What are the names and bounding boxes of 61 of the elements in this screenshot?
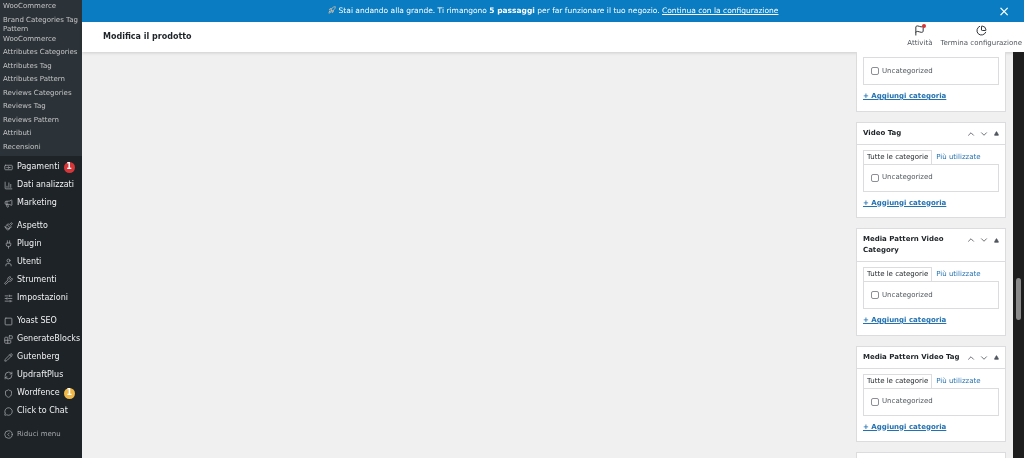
scrollbar[interactable] [1013,52,1024,458]
paintbrush-icon [4,221,13,231]
menu-item[interactable]: Pagamenti 1 [0,158,82,176]
menu-label: Dati analizzati [17,179,74,191]
menu-item[interactable]: Impostazioni [0,289,82,307]
menu-item[interactable]: Dati analizzati [0,176,82,194]
menu-label: Aspetto [17,220,48,232]
collapse-icon[interactable] [994,355,999,360]
menu-item[interactable]: Wordfence 1 [0,384,82,402]
menu-label: GenerateBlocks [17,333,81,345]
chat-bubble-icon [4,406,13,416]
checkbox[interactable] [871,291,879,299]
square-icon [4,316,13,326]
move-down-icon[interactable] [979,235,989,245]
shield-icon [4,388,13,398]
scrollbar-thumb[interactable] [1016,278,1021,320]
menu-label: Gutenberg [17,351,60,363]
rocket-icon [327,6,336,15]
menu-item[interactable]: Aspetto [0,217,82,235]
pencil-icon [4,352,13,362]
menu-label: Pagamenti [17,161,60,173]
sliders-icon [4,293,13,303]
menu-label: Plugin [17,238,42,250]
menu-item[interactable]: UpdraftPlus [0,366,82,384]
pie-chart-icon [975,25,987,37]
circular-arrows-icon [4,370,13,380]
menu-label: Yoast SEO [17,315,57,327]
plug-icon [4,239,13,249]
menu-label: Wordfence [17,387,60,399]
count-badge: 1 [63,387,75,399]
user-icon [4,257,13,267]
checkbox[interactable] [871,173,879,182]
count-badge: 1 [63,161,75,173]
checkbox[interactable] [871,67,879,75]
move-up-icon[interactable] [966,235,976,245]
menu-item[interactable]: Plugin [0,235,82,253]
checkbox[interactable] [871,397,879,406]
banknote-icon [4,162,13,172]
collapse-icon[interactable] [994,131,999,136]
flag-icon [914,25,926,37]
menu-item[interactable]: GenerateBlocks [0,330,82,348]
blocks-icon [4,334,13,344]
bar-chart-icon [4,180,13,190]
menu-item[interactable]: Utenti [0,253,82,271]
collapse-icon[interactable] [994,237,999,243]
menu-label: Impostazioni [17,292,68,304]
menu-item[interactable]: Yoast SEO [0,312,82,330]
wrench-icon [4,275,13,285]
menu-item[interactable]: Strumenti [0,271,82,289]
menu-label: Click to Chat [17,405,68,417]
menu-item[interactable]: Marketing [0,194,82,212]
menu-item[interactable]: Click to Chat [0,402,82,420]
close-button[interactable]: × [998,4,1010,18]
menu-label: Strumenti [17,274,57,286]
page-title: Modifica il prodotto [103,31,192,43]
menu-label: Utenti [17,256,42,268]
megaphone-icon [4,198,13,208]
menu-item[interactable]: Gutenberg [0,348,82,366]
menu-label: UpdraftPlus [17,369,64,381]
menu-label: Marketing [17,197,57,209]
circle-left-arrow-icon [4,429,13,439]
